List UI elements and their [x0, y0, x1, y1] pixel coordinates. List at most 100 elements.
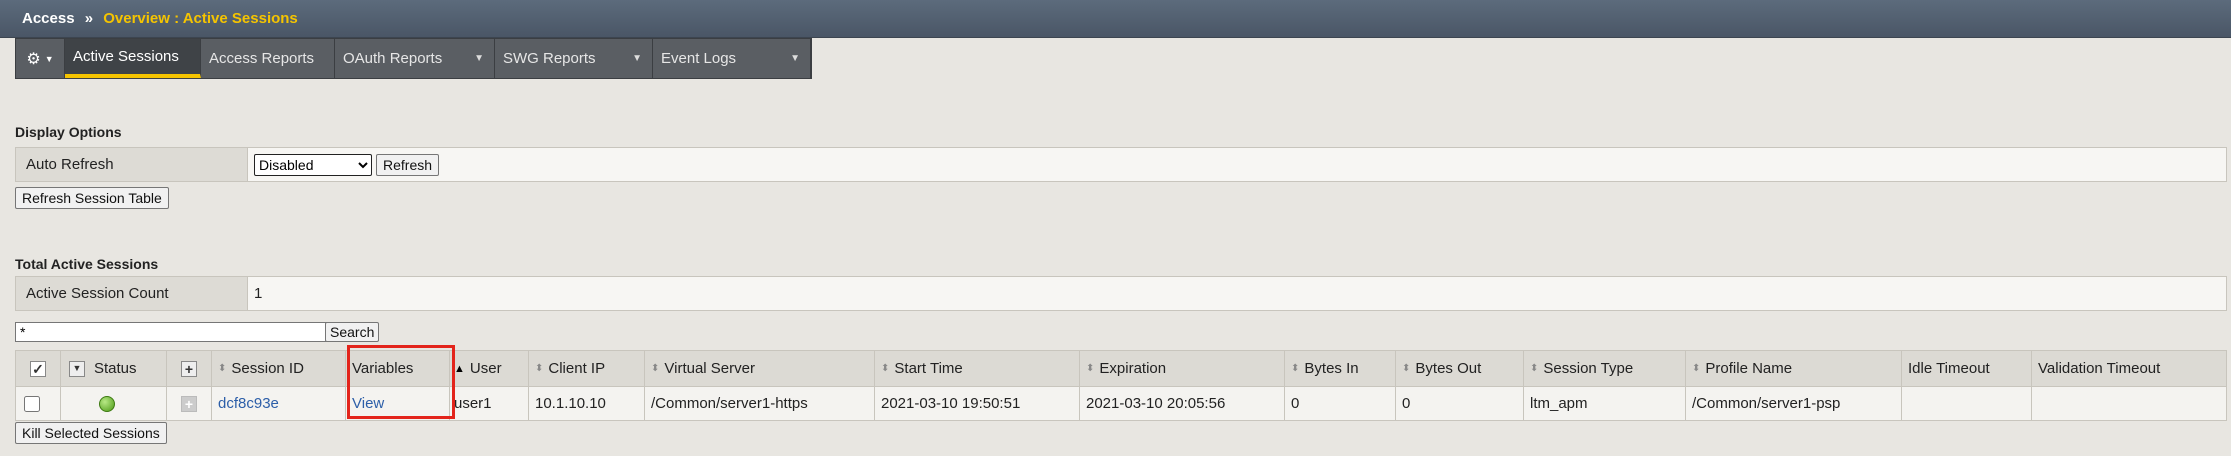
session-id-cell: dcf8c93e	[212, 387, 346, 420]
tab-label: SWG Reports	[503, 50, 596, 67]
client-ip-header[interactable]: ⬍ Client IP	[529, 351, 645, 386]
bytes-out-header[interactable]: ⬍ Bytes Out	[1396, 351, 1524, 386]
validation-timeout-cell	[2032, 387, 2226, 420]
user-header[interactable]: ▲ User	[450, 351, 529, 386]
tab-oauth-reports[interactable]: OAuth Reports ▼	[335, 39, 495, 78]
start-time-cell: 2021-03-10 19:50:51	[875, 387, 1080, 420]
status-header-label: Status	[94, 360, 137, 377]
row-select-cell	[16, 387, 61, 420]
expand-cell: +	[167, 387, 212, 420]
session-type-cell: ltm_apm	[1524, 387, 1686, 420]
idle-timeout-header-label: Idle Timeout	[1908, 360, 1990, 377]
tab-label: OAuth Reports	[343, 50, 443, 67]
tab-swg-reports[interactable]: SWG Reports ▼	[495, 39, 653, 78]
chevron-down-icon: ▼	[790, 53, 800, 64]
tab-active-sessions[interactable]: Active Sessions	[65, 39, 201, 78]
bytes-in-cell: 0	[1285, 387, 1396, 420]
expand-all-icon[interactable]: +	[181, 360, 197, 377]
bytes-out-header-label: Bytes Out	[1415, 360, 1482, 377]
chevron-down-icon: ▼	[474, 53, 484, 64]
status-ok-icon	[99, 395, 115, 412]
tab-access-reports[interactable]: Access Reports	[201, 39, 335, 78]
expand-row-icon[interactable]: +	[181, 395, 197, 412]
user-header-label: User	[469, 360, 502, 377]
sort-icon: ⬍	[1530, 363, 1539, 374]
start-time-header[interactable]: ⬍ Start Time	[875, 351, 1080, 386]
expiration-cell: 2021-03-10 20:05:56	[1080, 387, 1285, 420]
status-cell	[61, 387, 167, 420]
title-bar: Access » Overview : Active Sessions	[0, 0, 2231, 38]
sort-icon: ⬍	[218, 363, 227, 374]
expiration-header-label: Expiration	[1099, 360, 1167, 377]
breadcrumb-root[interactable]: Access	[22, 10, 75, 27]
variables-header-label: Variables	[352, 360, 414, 377]
total-active-sessions-title: Total Active Sessions	[15, 256, 159, 272]
profile-name-header-label: Profile Name	[1705, 360, 1793, 377]
session-id-header[interactable]: ⬍ Session ID	[212, 351, 346, 386]
active-session-count-value: 1	[254, 285, 263, 302]
session-id-header-label: Session ID	[231, 360, 304, 377]
sort-icon: ⬍	[1402, 363, 1411, 374]
display-options-title: Display Options	[15, 124, 122, 140]
status-header[interactable]: ▼ Status	[61, 351, 167, 386]
chevron-down-icon: ▼	[632, 53, 642, 64]
idle-timeout-cell	[1902, 387, 2032, 420]
idle-timeout-header: Idle Timeout	[1902, 351, 2032, 386]
breadcrumb: Access » Overview : Active Sessions	[22, 10, 298, 27]
virtual-server-header[interactable]: ⬍ Virtual Server	[645, 351, 875, 386]
tab-label: Active Sessions	[73, 48, 179, 65]
bytes-in-header-label: Bytes In	[1304, 360, 1359, 377]
refresh-button[interactable]: Refresh	[376, 153, 440, 176]
sort-icon: ⬍	[535, 363, 544, 374]
search-button[interactable]: Search	[325, 322, 380, 342]
totals-table: Active Session Count 1	[15, 276, 2227, 311]
select-all-header: ✓	[16, 351, 61, 386]
expiration-header[interactable]: ⬍ Expiration	[1080, 351, 1285, 386]
breadcrumb-page: Overview : Active Sessions	[103, 10, 298, 27]
profile-name-header[interactable]: ⬍ Profile Name	[1686, 351, 1902, 386]
start-time-header-label: Start Time	[894, 360, 963, 377]
expand-all-header: +	[167, 351, 212, 386]
search-input[interactable]	[15, 322, 327, 342]
chevron-down-icon: ▼	[44, 53, 54, 64]
tab-label: Event Logs	[661, 50, 737, 67]
menu-bar: ⚙ ▼ Active Sessions Access Reports OAuth …	[15, 38, 812, 79]
client-ip-cell: 10.1.10.10	[529, 387, 645, 420]
breadcrumb-separator: »	[84, 10, 94, 27]
sort-icon: ⬍	[1291, 363, 1300, 374]
gear-menu-button[interactable]: ⚙ ▼	[16, 39, 65, 78]
bytes-out-cell: 0	[1396, 387, 1524, 420]
chevron-down-icon[interactable]: ▼	[69, 360, 85, 377]
virtual-server-header-label: Virtual Server	[664, 360, 755, 377]
gear-icon: ⚙	[26, 50, 41, 68]
sort-icon: ⬍	[1692, 363, 1701, 374]
active-session-count-label: Active Session Count	[16, 277, 248, 310]
tab-event-logs[interactable]: Event Logs ▼	[653, 39, 811, 78]
variables-cell: View	[346, 387, 450, 420]
session-id-link[interactable]: dcf8c93e	[218, 395, 279, 412]
variables-view-link[interactable]: View	[352, 395, 384, 412]
table-row: + dcf8c93e View user1 10.1.10.10 /Common…	[16, 386, 2226, 420]
bytes-in-header[interactable]: ⬍ Bytes In	[1285, 351, 1396, 386]
session-type-header[interactable]: ⬍ Session Type	[1524, 351, 1686, 386]
select-all-checkbox[interactable]: ✓	[30, 360, 46, 377]
sort-icon: ⬍	[651, 363, 660, 374]
table-header: ✓ ▼ Status + ⬍ Session ID Variables ▲ Us…	[16, 351, 2226, 386]
display-options-table: Auto Refresh Disabled Refresh	[15, 147, 2227, 182]
row-checkbox[interactable]	[24, 395, 40, 412]
profile-name-cell: /Common/server1-psp	[1686, 387, 1902, 420]
virtual-server-cell: /Common/server1-https	[645, 387, 875, 420]
refresh-session-table-button[interactable]: Refresh Session Table	[15, 187, 169, 209]
sort-ascending-icon: ▲	[454, 362, 465, 375]
validation-timeout-header: Validation Timeout	[2032, 351, 2226, 386]
sessions-table: ✓ ▼ Status + ⬍ Session ID Variables ▲ Us…	[15, 350, 2227, 421]
kill-selected-sessions-button[interactable]: Kill Selected Sessions	[15, 422, 167, 444]
variables-header: Variables	[346, 351, 450, 386]
sort-icon: ⬍	[881, 363, 890, 374]
user-cell: user1	[450, 387, 529, 420]
auto-refresh-label: Auto Refresh	[16, 148, 248, 181]
session-type-header-label: Session Type	[1543, 360, 1634, 377]
tab-label: Access Reports	[209, 50, 315, 67]
auto-refresh-select[interactable]: Disabled	[254, 153, 372, 176]
sort-icon: ⬍	[1086, 363, 1095, 374]
